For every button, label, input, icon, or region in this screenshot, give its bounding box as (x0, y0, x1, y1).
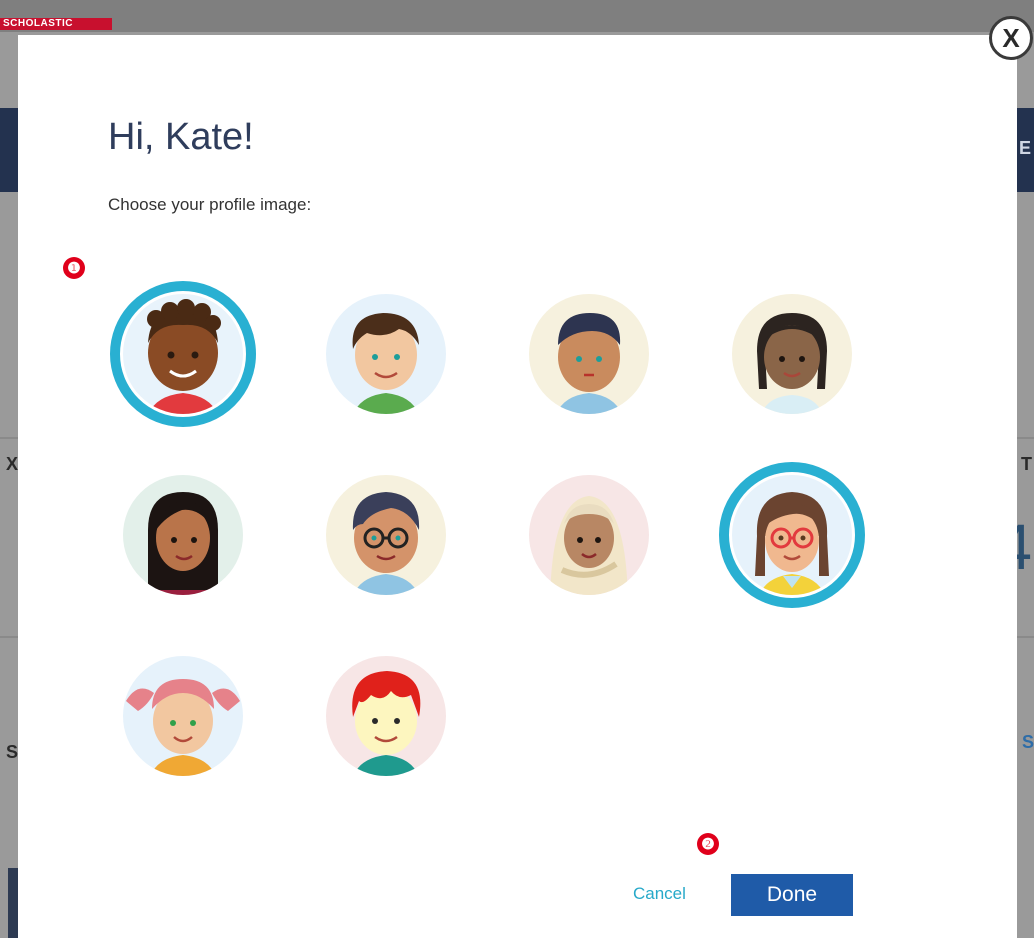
girl-red-glasses-icon (719, 462, 865, 608)
avatar-boy-glasses[interactable] (311, 460, 461, 610)
avatar-girl-braids[interactable] (717, 279, 867, 429)
boy-brown-hair-icon (326, 294, 446, 414)
step-marker-1: ❶ (63, 257, 85, 279)
avatar-girl-headscarf[interactable] (514, 460, 664, 610)
background-edge-text: S (1022, 732, 1034, 752)
avatar-girl-long-black-hair[interactable] (108, 460, 258, 610)
close-button[interactable]: X (989, 16, 1033, 60)
background-edge-text: X (6, 454, 19, 474)
girl-pink-pigtails-icon (123, 656, 243, 776)
background-edge-text: E (1019, 138, 1032, 158)
avatar-boy-brown-hair[interactable] (311, 279, 461, 429)
girl-long-black-hair-icon (123, 475, 243, 595)
boy-glasses-icon (326, 475, 446, 595)
step-marker-2: ❷ (697, 833, 719, 855)
done-button[interactable]: Done (731, 874, 853, 916)
boy-red-hair-icon (326, 656, 446, 776)
girl-braids-icon (732, 294, 852, 414)
boy-dark-hair-icon (529, 294, 649, 414)
dialog-subtitle: Choose your profile image: (108, 195, 312, 214)
brand-logo: SCHOLASTIC (0, 18, 112, 30)
background-edge-text: T (1021, 454, 1032, 474)
avatar-boy-red-hair[interactable] (311, 641, 461, 791)
avatar-girl-red-glasses[interactable] (717, 460, 867, 610)
avatar-girl-pink-pigtails[interactable] (108, 641, 258, 791)
background-edge-text: S (6, 742, 19, 762)
background-top-bar (0, 0, 1034, 32)
cancel-link[interactable]: Cancel (633, 884, 686, 904)
boy-curly-hair-icon (110, 281, 256, 427)
close-icon: X (1002, 22, 1020, 53)
avatar-boy-dark-hair[interactable] (514, 279, 664, 429)
girl-headscarf-icon (529, 475, 649, 595)
dialog-title: Hi, Kate! (108, 116, 254, 158)
avatar-boy-curly-hair[interactable] (108, 279, 258, 429)
background-dark-block (8, 868, 18, 938)
